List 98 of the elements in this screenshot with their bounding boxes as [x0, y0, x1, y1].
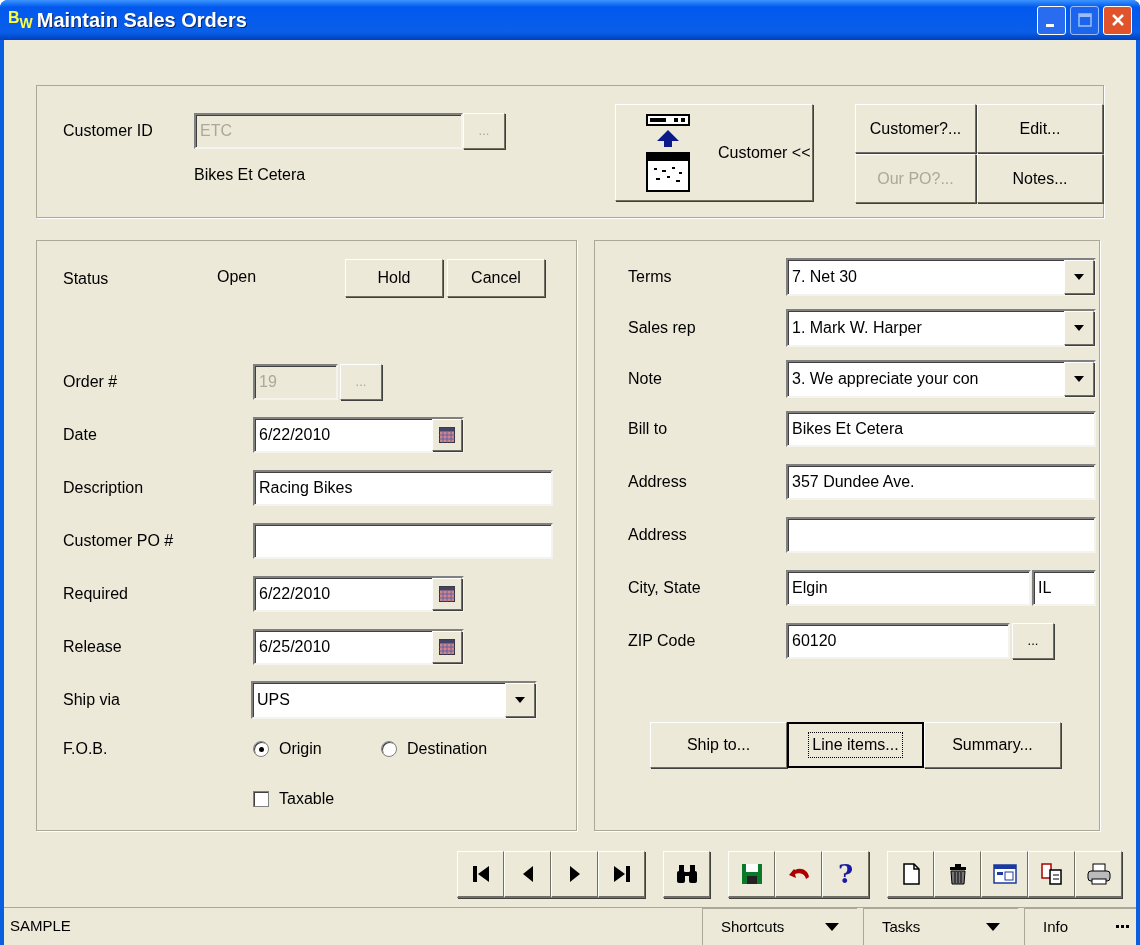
toolbar-button[interactable]	[598, 851, 645, 898]
field-label: Date	[63, 425, 98, 445]
calendar-icon	[439, 639, 455, 655]
zip-field[interactable]: 60120	[786, 623, 1010, 659]
toolbar-button[interactable]: ?	[822, 851, 869, 898]
caret-icon	[825, 923, 839, 931]
checkbox-label: Taxable	[279, 789, 335, 809]
caret-icon	[986, 923, 1000, 931]
dropdown-button[interactable]	[1064, 362, 1094, 396]
toolbar-button[interactable]	[887, 851, 934, 898]
status-value: Open	[217, 267, 258, 287]
field-label: Note	[628, 369, 663, 389]
action-button[interactable]: Edit...	[977, 104, 1103, 153]
calendar-icon	[439, 427, 455, 443]
combo-box[interactable]: 7. Net 30	[786, 258, 1096, 296]
text-field[interactable]	[253, 523, 553, 559]
dropdown-button[interactable]	[505, 683, 535, 717]
action-button[interactable]: Notes...	[977, 154, 1103, 203]
field-label: Order #	[63, 372, 119, 392]
status-menu-button[interactable]: Info	[1024, 908, 1136, 945]
toolbar-button[interactable]	[457, 851, 504, 898]
radio-label: Destination	[407, 739, 488, 759]
previous-record-icon	[522, 866, 533, 882]
caret-icon	[515, 697, 525, 703]
window-title: Maintain Sales Orders	[36, 8, 248, 33]
field-label: Release	[63, 637, 123, 657]
date-field[interactable]: 6/22/2010	[253, 576, 464, 612]
field-label: Sales rep	[628, 318, 697, 338]
toolbar-button[interactable]	[1028, 851, 1075, 898]
printer-icon	[1085, 861, 1112, 887]
calendar-button[interactable]	[432, 578, 462, 610]
more-icon	[1116, 925, 1130, 929]
combo-box[interactable]: 3. We appreciate your con	[786, 360, 1096, 398]
toolbar-button[interactable]	[1075, 851, 1122, 898]
caret-icon	[1074, 274, 1084, 280]
field-label: Customer ID	[63, 121, 154, 141]
customer-name: Bikes Et Cetera	[194, 165, 307, 185]
upload-window-icon	[646, 112, 691, 193]
text-field[interactable]	[786, 517, 1096, 553]
status-menu-button[interactable]: Shortcuts	[702, 908, 857, 945]
action-button[interactable]: Customer?...	[855, 104, 976, 153]
field-label: Address	[628, 472, 688, 492]
radio-button[interactable]	[253, 741, 269, 757]
text-field[interactable]: Racing Bikes	[253, 470, 553, 506]
caret-icon	[1074, 376, 1084, 382]
minimize-button[interactable]	[1037, 5, 1066, 35]
status-text: SAMPLE	[9, 916, 72, 937]
field-label: Address	[628, 525, 688, 545]
field-label: Ship via	[63, 690, 121, 710]
help-glyph: ?	[837, 861, 854, 887]
section-button[interactable]: Ship to...	[650, 722, 787, 768]
toolbar-button[interactable]	[728, 851, 775, 898]
checkbox[interactable]	[253, 791, 269, 807]
dropdown-button[interactable]	[1064, 260, 1094, 294]
close-button[interactable]	[1103, 5, 1132, 35]
state-field[interactable]: IL	[1032, 570, 1096, 606]
dropdown-button[interactable]	[1064, 311, 1094, 345]
calendar-icon	[439, 586, 455, 602]
minimize-icon	[1045, 23, 1054, 27]
field-label: Status	[63, 269, 110, 289]
customer-button[interactable]: Customer <<	[615, 104, 813, 201]
field-label: ZIP Code	[628, 631, 697, 651]
section-button[interactable]: Line items...	[787, 722, 924, 768]
toolbar-button[interactable]	[775, 851, 822, 898]
date-field[interactable]: 6/22/2010	[253, 417, 464, 453]
field-label: Customer PO #	[63, 531, 175, 551]
city-field[interactable]: Elgin	[786, 570, 1031, 606]
combo-box[interactable]: 1. Mark W. Harper	[786, 309, 1096, 347]
browse-button[interactable]: ...	[1012, 623, 1054, 659]
toolbar-button[interactable]	[934, 851, 981, 898]
caret-icon	[1074, 325, 1084, 331]
field-label: Description	[63, 478, 145, 498]
combo-box[interactable]: UPS	[251, 681, 537, 719]
text-field[interactable]: 357 Dundee Ave.	[786, 464, 1096, 500]
toolbar-button[interactable]	[551, 851, 598, 898]
radio-label: Origin	[279, 739, 322, 759]
status-menu-button[interactable]: Tasks	[863, 908, 1018, 945]
section-button[interactable]: Summary...	[924, 722, 1061, 768]
field-label: F.O.B.	[63, 739, 109, 759]
text-field[interactable]: Bikes Et Cetera	[786, 411, 1096, 447]
close-icon	[1109, 12, 1126, 28]
copy-icon	[1038, 861, 1065, 887]
field-label: Bill to	[628, 419, 669, 439]
calendar-button[interactable]	[432, 419, 462, 451]
maximize-icon	[1076, 12, 1093, 28]
field-label: Required	[63, 584, 129, 604]
toolbar-button[interactable]	[504, 851, 551, 898]
next-record-icon	[569, 866, 580, 882]
field-label: Terms	[628, 267, 673, 287]
calendar-button[interactable]	[432, 631, 462, 663]
field-label: City, State	[628, 578, 702, 598]
status-button[interactable]: Hold	[345, 259, 443, 297]
form-window-icon	[991, 861, 1018, 887]
toolbar-button[interactable]	[663, 851, 710, 898]
status-button[interactable]: Cancel	[447, 259, 545, 297]
date-field[interactable]: 6/25/2010	[253, 629, 464, 665]
radio-button[interactable]	[381, 741, 397, 757]
toolbar-button[interactable]	[981, 851, 1028, 898]
